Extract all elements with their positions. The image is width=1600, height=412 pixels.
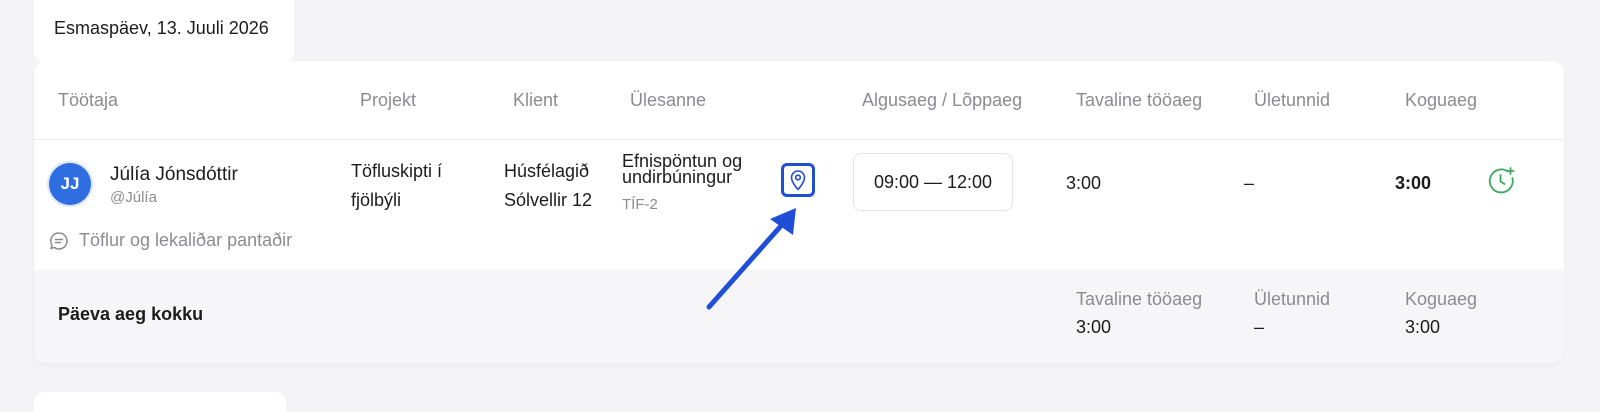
summary-total-label: Koguaeg: [1405, 289, 1478, 309]
task-name: Efnispöntun og undirbúningur: [622, 151, 743, 187]
summary-overtime-value: –: [1254, 317, 1265, 337]
summary-regular-value: 3:00: [1076, 317, 1112, 337]
col-project: Projekt: [360, 90, 417, 110]
col-regular: Tavaline tööaeg: [1076, 90, 1203, 110]
day-summary: Päeva aeg kokku Tavaline tööaeg 3:00 Üle…: [34, 270, 1564, 363]
summary-total-value: 3:00: [1405, 317, 1441, 337]
summary-overtime-label: Ületunnid: [1254, 289, 1331, 309]
entry-comment: Töflur og lekaliðar pantaðir: [49, 230, 292, 251]
avatar: JJ: [49, 163, 91, 205]
task-code: TÍF-2: [622, 196, 658, 213]
project-name: Töfluskipti í fjölbýli: [351, 161, 443, 210]
summary-regular-label: Tavaline tööaeg: [1076, 289, 1203, 309]
clock-plus-icon[interactable]: [1486, 166, 1516, 196]
client-name: Húsfélagið Sólvellir 12: [504, 161, 593, 210]
date-tab[interactable]: Esmaspäev, 13. Juuli 2026: [34, 0, 294, 62]
employee-name: Júlía Jónsdóttir: [110, 164, 238, 185]
total-time-value: 3:00: [1395, 173, 1432, 193]
regular-time-value: 3:00: [1066, 173, 1102, 193]
col-time-range: Algusaeg / Lõppaeg: [862, 90, 1023, 110]
time-range-field[interactable]: 09:00 — 12:00: [853, 153, 1013, 211]
col-total: Koguaeg: [1405, 90, 1478, 110]
col-task: Ülesanne: [630, 90, 707, 110]
chat-bubble-icon: [50, 231, 68, 250]
map-pin-icon: [790, 170, 806, 191]
date-tab-label: Esmaspäev, 13. Juuli 2026: [54, 18, 269, 38]
col-employee: Töötaja: [58, 90, 119, 110]
time-range-value: 09:00 — 12:00: [873, 172, 993, 192]
day-card: Töötaja Projekt Klient Ülesanne Algusaeg…: [34, 61, 1564, 363]
col-overtime: Ületunnid: [1254, 90, 1331, 110]
employee-handle: @Júlía: [110, 189, 157, 206]
comment-text: Töflur og lekaliðar pantaðir: [79, 230, 293, 250]
summary-label: Päeva aeg kokku: [58, 304, 204, 324]
table-header: Töötaja Projekt Klient Ülesanne Algusaeg…: [34, 61, 1564, 140]
location-button[interactable]: [781, 163, 815, 197]
col-client: Klient: [513, 90, 559, 110]
overtime-value: –: [1244, 173, 1255, 193]
next-date-tab[interactable]: [34, 392, 286, 412]
